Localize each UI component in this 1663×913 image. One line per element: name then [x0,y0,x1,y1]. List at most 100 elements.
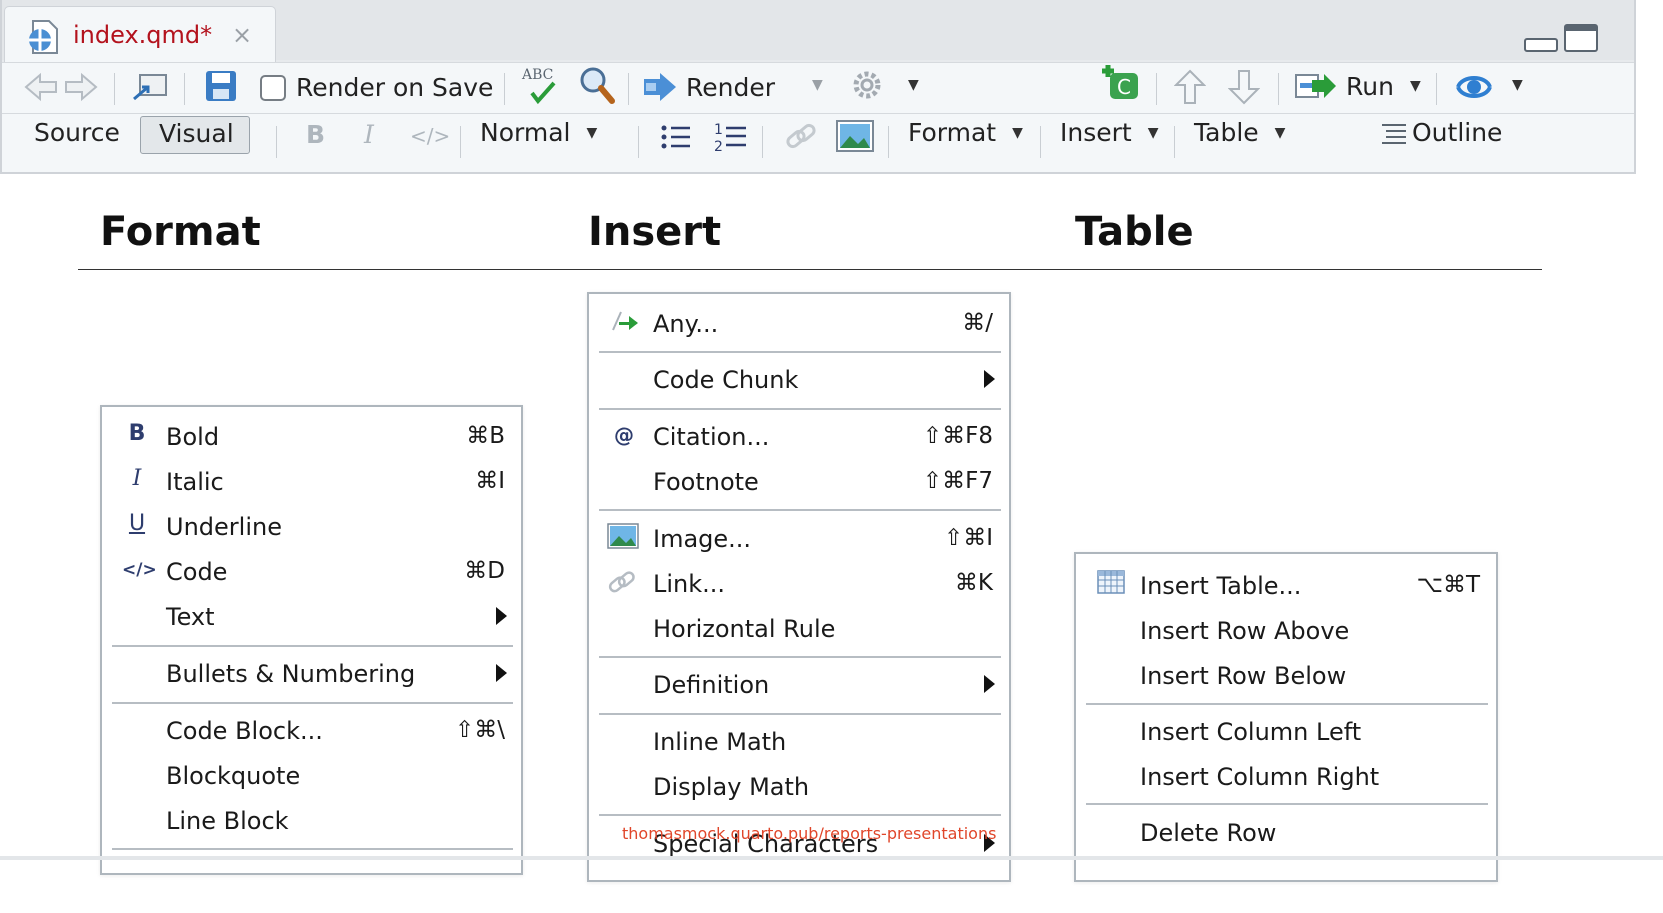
editor-toolbar: Render on Save ABC Render ▼ ▼ C Run ▼ ▼ [2,62,1634,114]
tab-title: index.qmd* [73,21,213,49]
menu-item-footnote[interactable]: Footnote ⇧⌘F7 [589,462,1009,507]
gear-icon[interactable] [850,67,884,103]
menu-item-inline-math[interactable]: Inline Math [589,722,1009,767]
menu-item-shortcut: ⇧⌘F7 [922,468,993,494]
menu-item-delete-row[interactable]: Delete Row [1076,813,1496,858]
italic-icon: I [132,466,142,491]
menu-item-bullets-numbering[interactable]: Bullets & Numbering [102,654,521,699]
previous-section-icon[interactable] [1174,69,1206,105]
bold-button[interactable]: B [306,120,325,149]
numbered-list-icon[interactable]: 12 [714,120,748,154]
close-tab-icon[interactable]: × [232,21,252,49]
menu-item-italic[interactable]: I Italic ⌘I [102,462,521,507]
source-watermark: thomasmock.quarto.pub/reports-presentati… [622,824,997,843]
menu-item-shortcut: ⌘I [475,468,505,494]
image-icon [607,523,639,555]
menu-item-bold[interactable]: B Bold ⌘B [102,417,521,462]
menu-item-shortcut: ⌘K [954,570,993,596]
render-button[interactable]: Render [642,71,775,103]
menu-item-label: Insert Row Below [1140,662,1347,690]
svg-text:2: 2 [714,139,723,154]
save-icon[interactable] [204,69,238,103]
menu-item-code[interactable]: </> Code ⌘D [102,552,521,597]
render-label: Render [686,72,776,102]
menu-item-shortcut: ⌥⌘T [1416,572,1480,598]
menu-item-display-math[interactable]: Display Math [589,767,1009,812]
menu-item-label: Image... [653,525,752,553]
menu-item-label: Blockquote [166,762,301,790]
menu-item-definition[interactable]: Definition [589,665,1009,710]
menu-item-shortcut: ⌘B [466,423,505,449]
publish-icon[interactable] [1454,69,1494,105]
render-on-save-checkbox[interactable]: Render on Save [260,73,493,102]
menu-item-insert-table[interactable]: Insert Table... ⌥⌘T [1076,566,1496,611]
menu-item-citation[interactable]: @ Citation... ⇧⌘F8 [589,417,1009,462]
menu-item-code-block[interactable]: Code Block... ⇧⌘\ [102,711,521,756]
image-icon[interactable] [836,120,874,152]
show-in-window-icon[interactable] [132,71,170,103]
menu-item-blockquote[interactable]: Blockquote [102,756,521,801]
heading-table: Table [1075,209,1194,255]
table-dropdown-label: Table [1194,118,1259,147]
render-options-caret[interactable]: ▼ [812,77,823,93]
menu-item-label: Insert Table... [1140,572,1302,600]
submenu-arrow-icon [984,675,995,693]
tab-bar: index.qmd* × [2,0,1634,62]
outline-button[interactable]: Outline [1380,118,1502,147]
link-icon[interactable] [784,120,818,154]
insert-chunk-icon[interactable]: C [1098,63,1142,103]
format-menu: B Bold ⌘B I Italic ⌘I U Underline </> Co… [100,405,523,875]
menu-item-code-chunk[interactable]: Code Chunk [589,360,1009,405]
citation-icon: @ [614,423,634,447]
forward-arrow-icon[interactable] [64,71,98,103]
run-button[interactable]: Run ▼ [1294,71,1421,101]
menu-item-text[interactable]: Text [102,597,521,642]
block-style-label: Normal [480,118,571,147]
menu-item-shortcut: ⌘/ [962,310,993,336]
svg-text:1: 1 [714,122,723,138]
menu-item-horizontal-rule[interactable]: Horizontal Rule [589,609,1009,654]
menu-item-label: Inline Math [653,728,787,756]
format-dropdown[interactable]: Format ▼ [908,118,1023,147]
insert-dropdown[interactable]: Insert ▼ [1060,118,1159,147]
publish-options-caret[interactable]: ▼ [1502,77,1523,93]
menu-item-image[interactable]: Image... ⇧⌘I [589,519,1009,564]
bullet-list-icon[interactable] [660,122,692,152]
menu-item-insert-row-above[interactable]: Insert Row Above [1076,611,1496,656]
submenu-arrow-icon [496,607,507,625]
submenu-arrow-icon [984,370,995,388]
menu-item-insert-column-right[interactable]: Insert Column Right [1076,757,1496,802]
menu-item-insert-column-left[interactable]: Insert Column Left [1076,712,1496,757]
link-icon [607,568,637,602]
next-section-icon[interactable] [1228,69,1260,105]
menu-item-any[interactable]: Any... ⌘/ [589,304,1009,349]
menu-item-label: Bold [166,423,220,451]
visual-mode-button[interactable]: Visual [140,116,250,154]
block-style-dropdown[interactable]: Normal ▼ [480,118,597,147]
render-on-save-label: Render on Save [296,73,494,102]
menu-item-label: Code Chunk [653,366,799,394]
menu-item-link[interactable]: Link... ⌘K [589,564,1009,609]
menu-item-label: Display Math [653,773,810,801]
gear-options-caret[interactable]: ▼ [898,77,919,93]
code-button[interactable]: </> [410,124,450,148]
menu-item-underline[interactable]: U Underline [102,507,521,552]
tab-index-qmd[interactable]: index.qmd* × [4,6,276,62]
insert-dropdown-label: Insert [1060,118,1132,147]
menu-item-label: Italic [166,468,224,496]
find-replace-icon[interactable] [578,65,616,105]
back-arrow-icon[interactable] [24,71,58,103]
source-mode-button[interactable]: Source [34,118,120,147]
submenu-arrow-icon [496,664,507,682]
maximize-pane-button[interactable] [1564,24,1598,52]
menu-item-label: Code [166,558,228,586]
outline-icon [1382,123,1406,144]
table-dropdown[interactable]: Table ▼ [1194,118,1285,147]
spellcheck-icon[interactable]: ABC [520,65,564,107]
menu-item-label: Footnote [653,468,759,496]
minimize-pane-button[interactable] [1524,38,1558,52]
table-grid-icon [1096,570,1126,600]
italic-button[interactable]: I [364,120,374,149]
menu-item-insert-row-below[interactable]: Insert Row Below [1076,656,1496,701]
menu-item-line-block[interactable]: Line Block [102,801,521,846]
